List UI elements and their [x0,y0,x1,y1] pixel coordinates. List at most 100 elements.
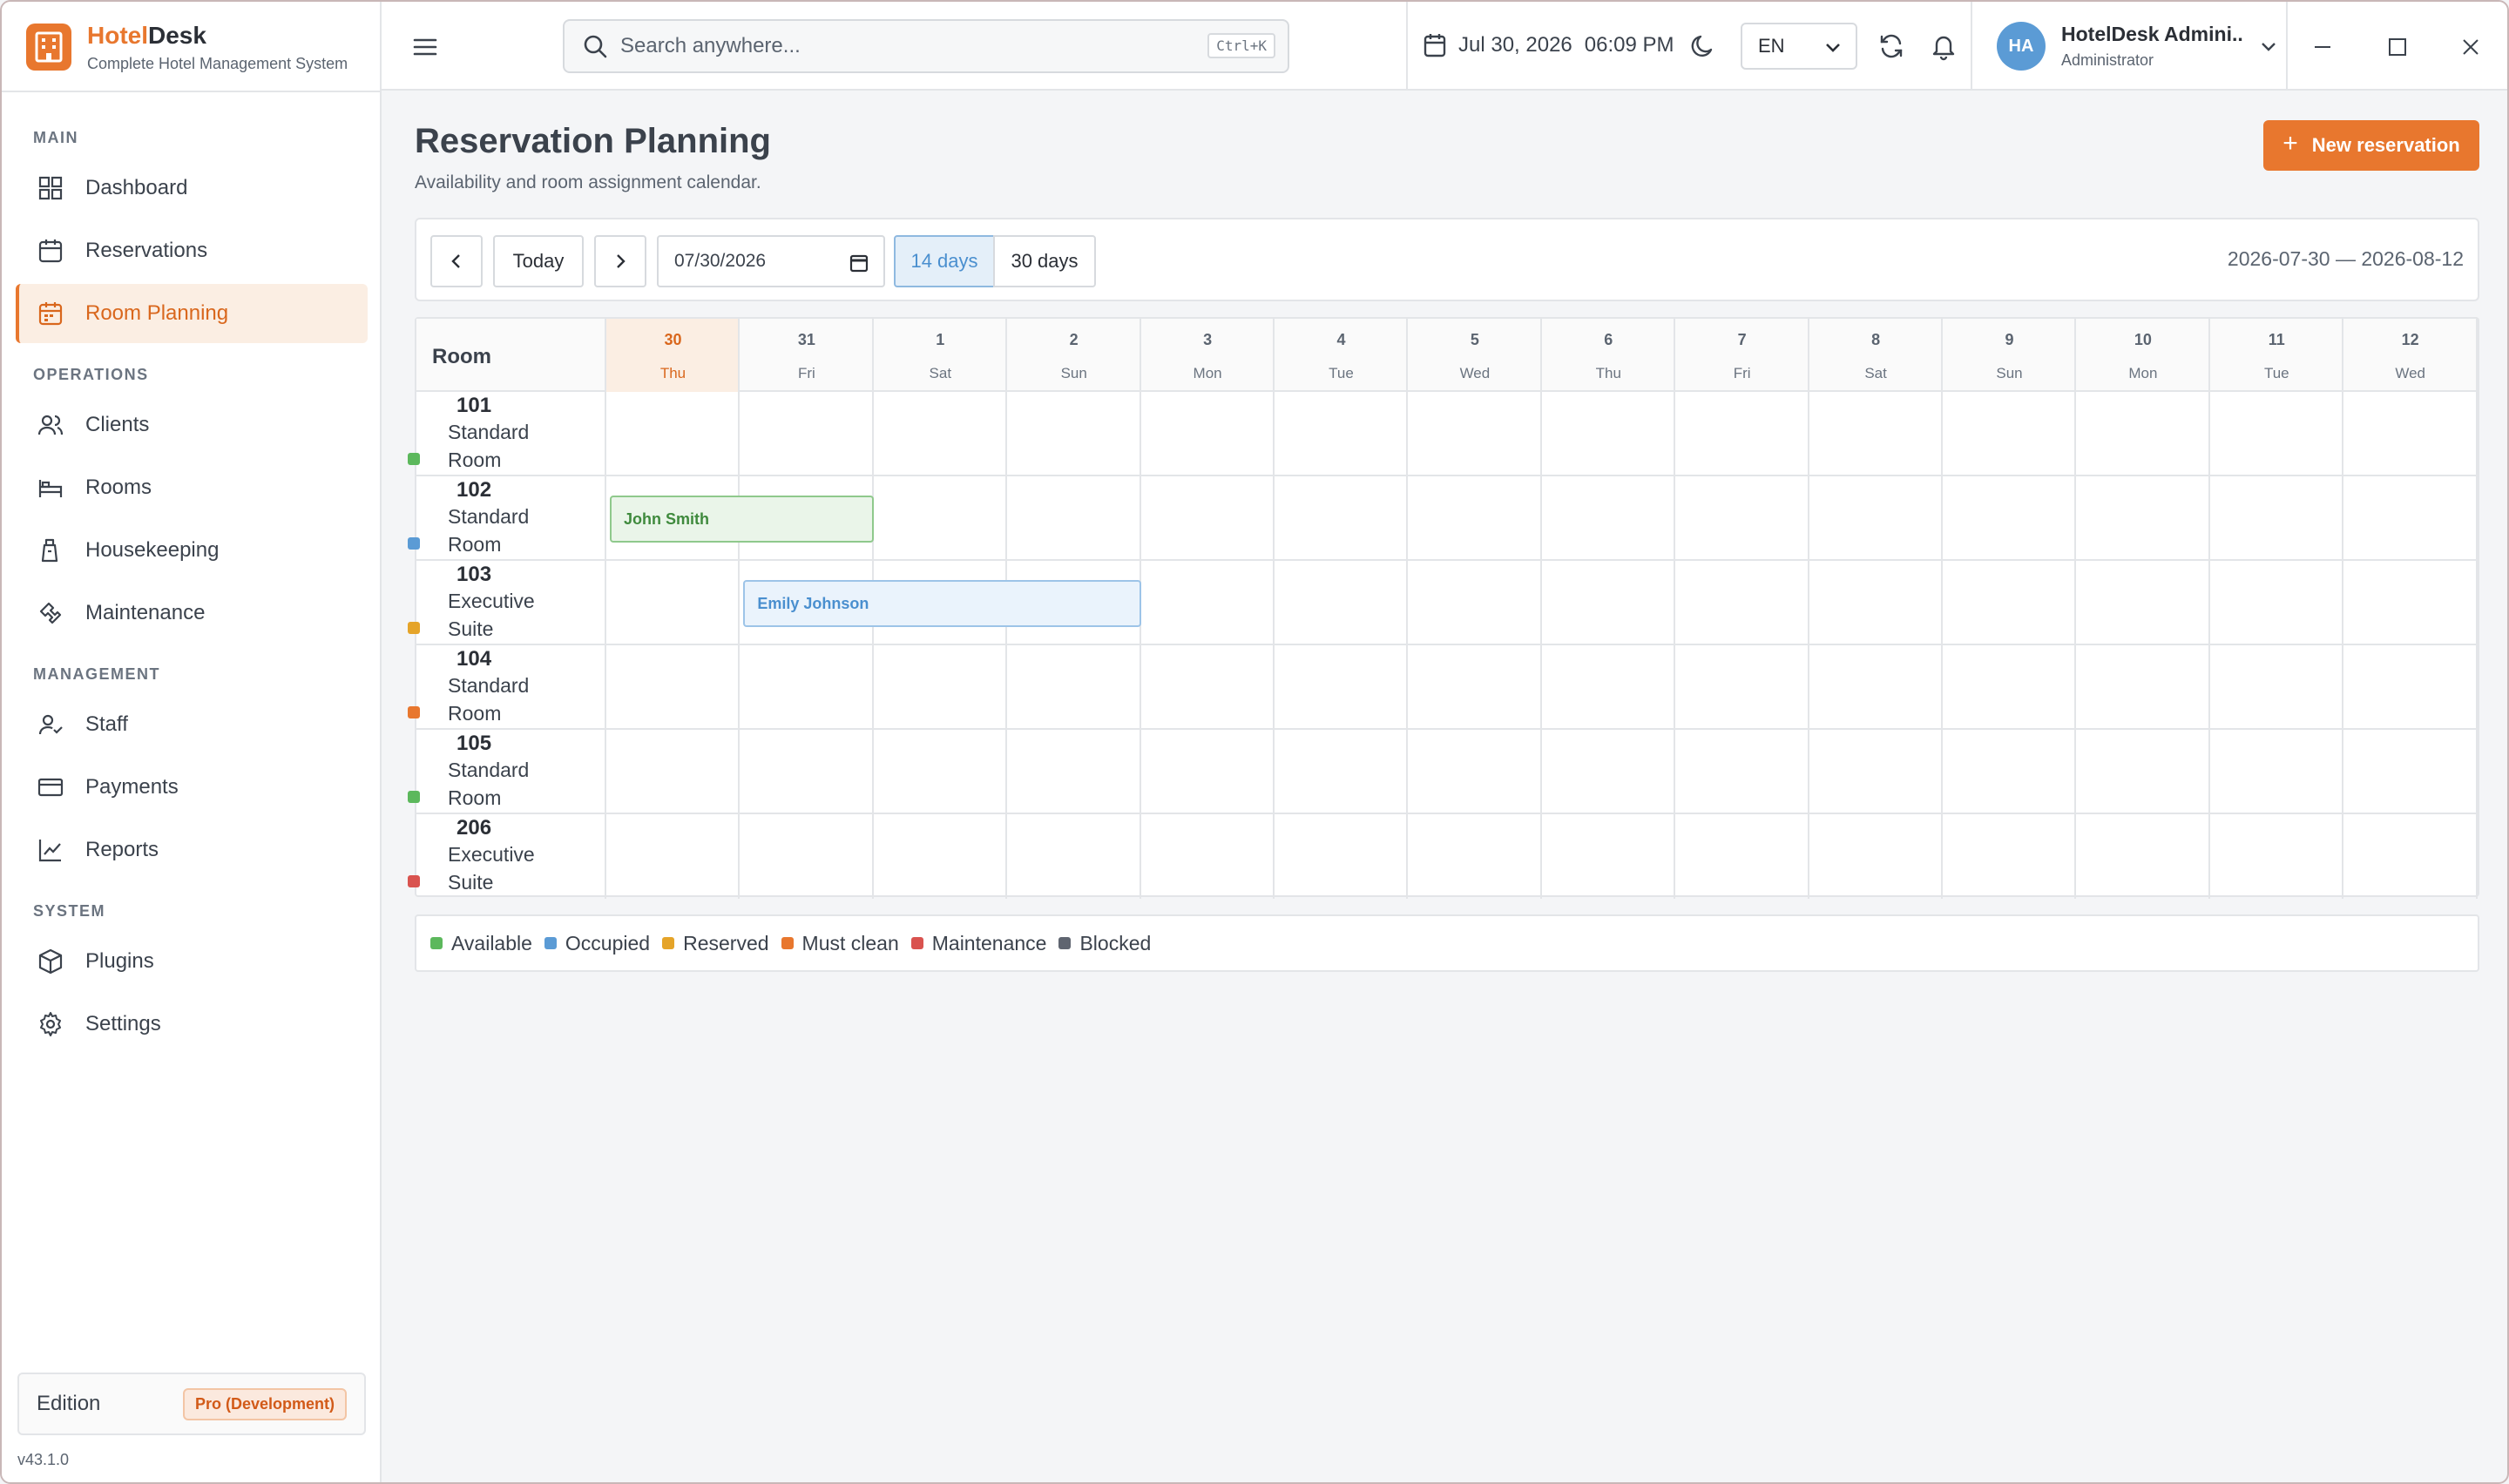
room-number: 102 [456,478,492,502]
day-number: 30 [664,331,682,348]
legend-swatch [1058,937,1072,949]
page-title: Reservation Planning [415,122,771,160]
legend-item: Must clean [781,932,899,955]
nav-section-title: MANAGEMENT [33,665,160,683]
calendar-grid-icon [37,300,64,327]
maximize-icon [2389,38,2406,56]
day-number: 3 [1203,331,1213,348]
day-number: 5 [1470,331,1479,348]
search-shortcut: Ctrl+K [1207,33,1275,58]
refresh-icon [1880,34,1903,58]
sidebar-item-label: Housekeeping [85,538,220,562]
day-number: 7 [1737,331,1747,348]
sidebar-item-reports[interactable]: Reports [16,820,368,880]
room-row[interactable]: 104 Standard Room [408,645,2478,730]
users-icon [37,411,64,439]
room-number: 206 [456,816,492,840]
column-divider [2074,319,2077,899]
sidebar-item-label: Reports [85,838,159,861]
room-row[interactable]: 206 Executive Suite [408,814,2478,899]
brand[interactable]: HotelDesk Complete Hotel Management Syst… [26,22,348,72]
app-window: HotelDesk Complete Hotel Management Syst… [0,0,2509,1484]
reservation-bar[interactable]: Emily Johnson [743,580,1141,627]
room-row[interactable]: 103 Executive Suite [408,561,2478,645]
room-label: 101 Standard Room [408,394,606,474]
range-14-days-button[interactable]: 14 days [894,235,995,287]
app-version: v43.1.0 [17,1451,70,1468]
search-bar[interactable]: Ctrl+K [563,19,1289,73]
current-time: 06:09 PM [1584,33,1674,57]
chart-line-icon [37,836,64,864]
day-number: 2 [1069,331,1079,348]
next-period-button[interactable] [594,235,646,287]
day-header: 12 Wed [2343,319,2477,392]
room-type: Standard Room [408,671,606,727]
legend-item: Blocked [1058,932,1151,955]
legend-swatch [910,937,923,949]
sidebar-item-payments[interactable]: Payments [16,758,368,817]
plus-icon: + [2282,129,2298,158]
start-date-input[interactable]: 07/30/2026 [657,235,885,287]
day-header: 10 Mon [2076,319,2209,392]
sidebar-item-label: Clients [85,413,150,436]
column-divider [1674,319,1676,899]
room-type: Standard Room [408,503,606,558]
room-row[interactable]: 105 Standard Room [408,730,2478,814]
page-subtitle: Availability and room assignment calenda… [415,172,761,192]
room-status-dot [408,706,420,718]
dashboard-icon [37,174,64,202]
sidebar-item-staff[interactable]: Staff [16,695,368,754]
sidebar-item-settings[interactable]: Settings [16,995,368,1054]
legend-label: Available [451,931,532,954]
day-weekday: Thu [1595,365,1621,381]
day-header: 7 Fri [1675,319,1809,392]
divider [1406,2,1408,91]
range-30-days-button[interactable]: 30 days [993,235,1096,287]
menu-toggle-button[interactable] [408,30,443,64]
notifications-button[interactable] [1929,31,1958,65]
sidebar-item-reservations[interactable]: Reservations [16,221,368,280]
room-type: Executive Suite [408,840,606,896]
legend-item: Available [430,932,532,955]
room-row[interactable]: 101 Standard Room [408,392,2478,476]
nav-section-title: OPERATIONS [33,366,149,383]
theme-toggle-button[interactable] [1688,31,1718,65]
sidebar-item-room-planning[interactable]: Room Planning [16,284,368,343]
today-button[interactable]: Today [493,235,584,287]
user-menu[interactable]: HA HotelDesk Admini... Administrator [1988,2,2279,91]
reservation-bar[interactable]: John Smith [610,496,874,543]
close-button[interactable] [2453,30,2488,64]
legend-swatch [544,937,557,949]
minimize-button[interactable] [2305,30,2340,64]
sidebar-item-maintenance[interactable]: Maintenance [16,583,368,643]
day-number: 11 [2268,331,2285,348]
search-input[interactable] [620,34,1213,58]
current-date: Jul 30, 2026 [1458,33,1572,57]
prev-period-button[interactable] [430,235,483,287]
sidebar-item-dashboard[interactable]: Dashboard [16,159,368,218]
credit-card-icon [37,773,64,801]
column-divider [1941,319,1943,899]
date-range-label: 2026-07-30 — 2026-08-12 [2227,247,2464,270]
sidebar-item-rooms[interactable]: Rooms [16,458,368,517]
chevron-right-icon [617,254,626,268]
divider [1971,2,1972,91]
nav-section-title: MAIN [33,129,78,146]
refresh-button[interactable] [1877,31,1906,65]
day-header: 4 Tue [1275,319,1408,392]
chevron-down-icon [2262,43,2276,51]
maximize-button[interactable] [2380,30,2415,64]
column-divider [2342,319,2344,899]
language-select[interactable]: EN [1741,23,1857,70]
calendar-icon[interactable] [849,253,869,273]
column-divider [2475,319,2478,899]
avatar: HA [1997,22,2046,71]
sidebar-item-housekeeping[interactable]: Housekeeping [16,521,368,580]
sidebar-item-label: Staff [85,712,128,736]
new-reservation-button[interactable]: + New reservation [2263,120,2479,171]
sidebar-item-clients[interactable]: Clients [16,395,368,455]
sidebar-item-plugins[interactable]: Plugins [16,932,368,991]
sidebar: HotelDesk Complete Hotel Management Syst… [2,2,382,1482]
column-divider [1539,319,1542,899]
topbar: Ctrl+K Jul 30, 2026 06:09 PM EN [382,2,2507,91]
